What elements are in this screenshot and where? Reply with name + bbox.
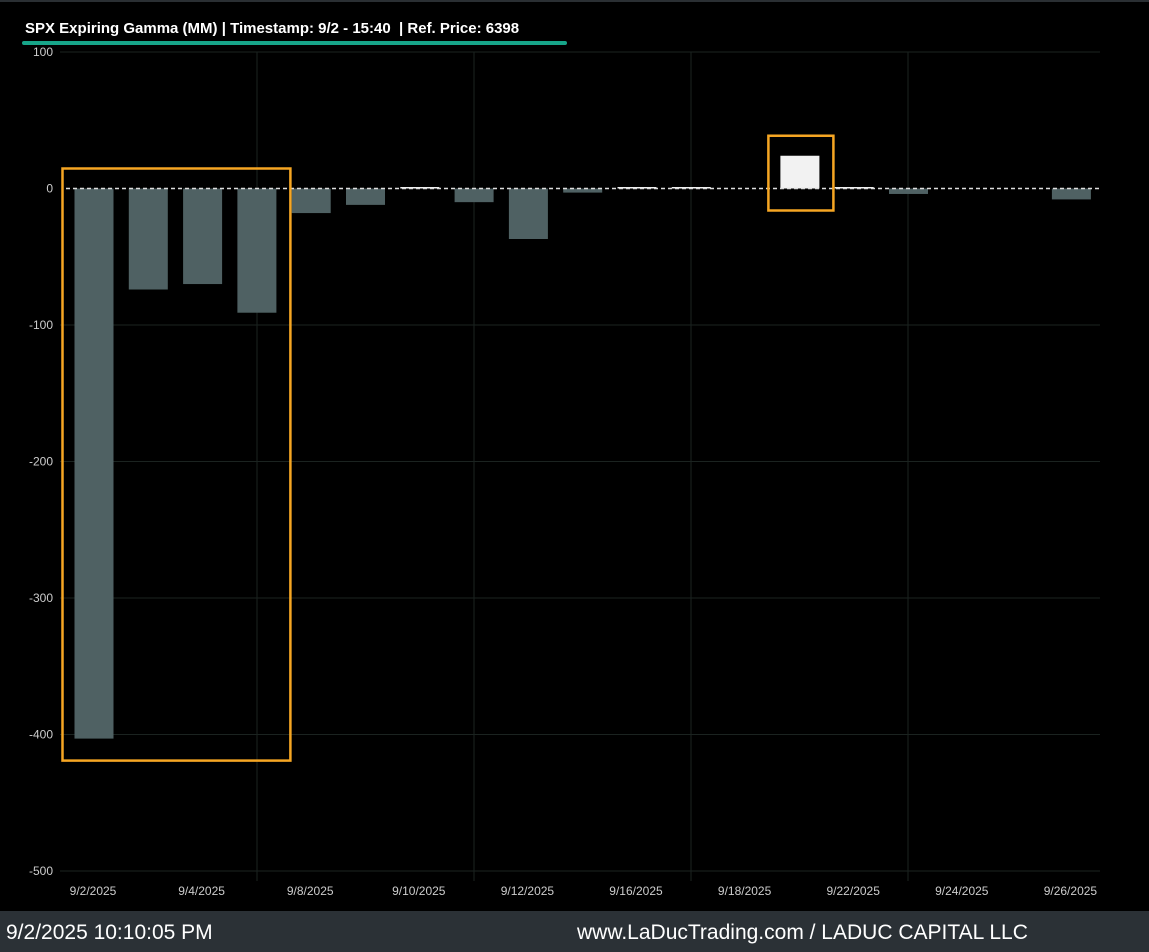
bar-9/15/2025	[563, 188, 603, 193]
y-tick-label: -300	[29, 591, 53, 605]
footer-credit: www.LaDucTrading.com / LADUC CAPITAL LLC	[577, 921, 1028, 944]
bar-9/3/2025	[128, 188, 168, 290]
x-tick-label: 9/4/2025	[178, 884, 225, 898]
chart-title: SPX Expiring Gamma (MM) | Timestamp: 9/2…	[25, 20, 520, 37]
y-tick-label: -100	[29, 318, 53, 332]
y-tick-label: -400	[29, 728, 53, 742]
x-tick-label: 9/10/2025	[392, 884, 446, 898]
bar-9/9/2025	[346, 188, 385, 205]
bar-9/5/2025	[237, 188, 277, 313]
footer-bar: 9/2/2025 10:10:05 PM www.LaDucTrading.co…	[0, 911, 1149, 952]
x-tick-label: 9/18/2025	[718, 884, 772, 898]
bar-9/12/2025	[508, 188, 548, 240]
bar-9/8/2025	[291, 188, 331, 214]
y-tick-label: -500	[29, 864, 53, 878]
y-tick-label: 100	[33, 45, 53, 59]
bar-9/11/2025	[454, 188, 494, 203]
x-tick-label: 9/16/2025	[609, 884, 663, 898]
gamma-bar-chart: 100 0 -100 -200 -300 -400 -500 9/2/2025 9/4/2025…	[29, 45, 1100, 898]
x-tick-label: 9/24/2025	[935, 884, 989, 898]
x-tick-label: 9/22/2025	[827, 884, 881, 898]
x-tick-label: 9/2/2025	[70, 884, 117, 898]
bar-9/19/2025	[780, 155, 820, 189]
footer-timestamp: 9/2/2025 10:10:05 PM	[6, 921, 213, 944]
bar-9/26/2025	[1051, 188, 1091, 200]
y-tick-label: 0	[46, 182, 53, 196]
bar-9/23/2025	[889, 188, 928, 194]
title-underline	[22, 41, 567, 45]
y-tick-label: -200	[29, 455, 53, 469]
bar-9/2/2025	[74, 188, 114, 739]
x-tick-label: 9/26/2025	[1044, 884, 1098, 898]
bar-9/4/2025	[183, 188, 223, 285]
x-tick-label: 9/12/2025	[501, 884, 555, 898]
x-tick-label: 9/8/2025	[287, 884, 334, 898]
